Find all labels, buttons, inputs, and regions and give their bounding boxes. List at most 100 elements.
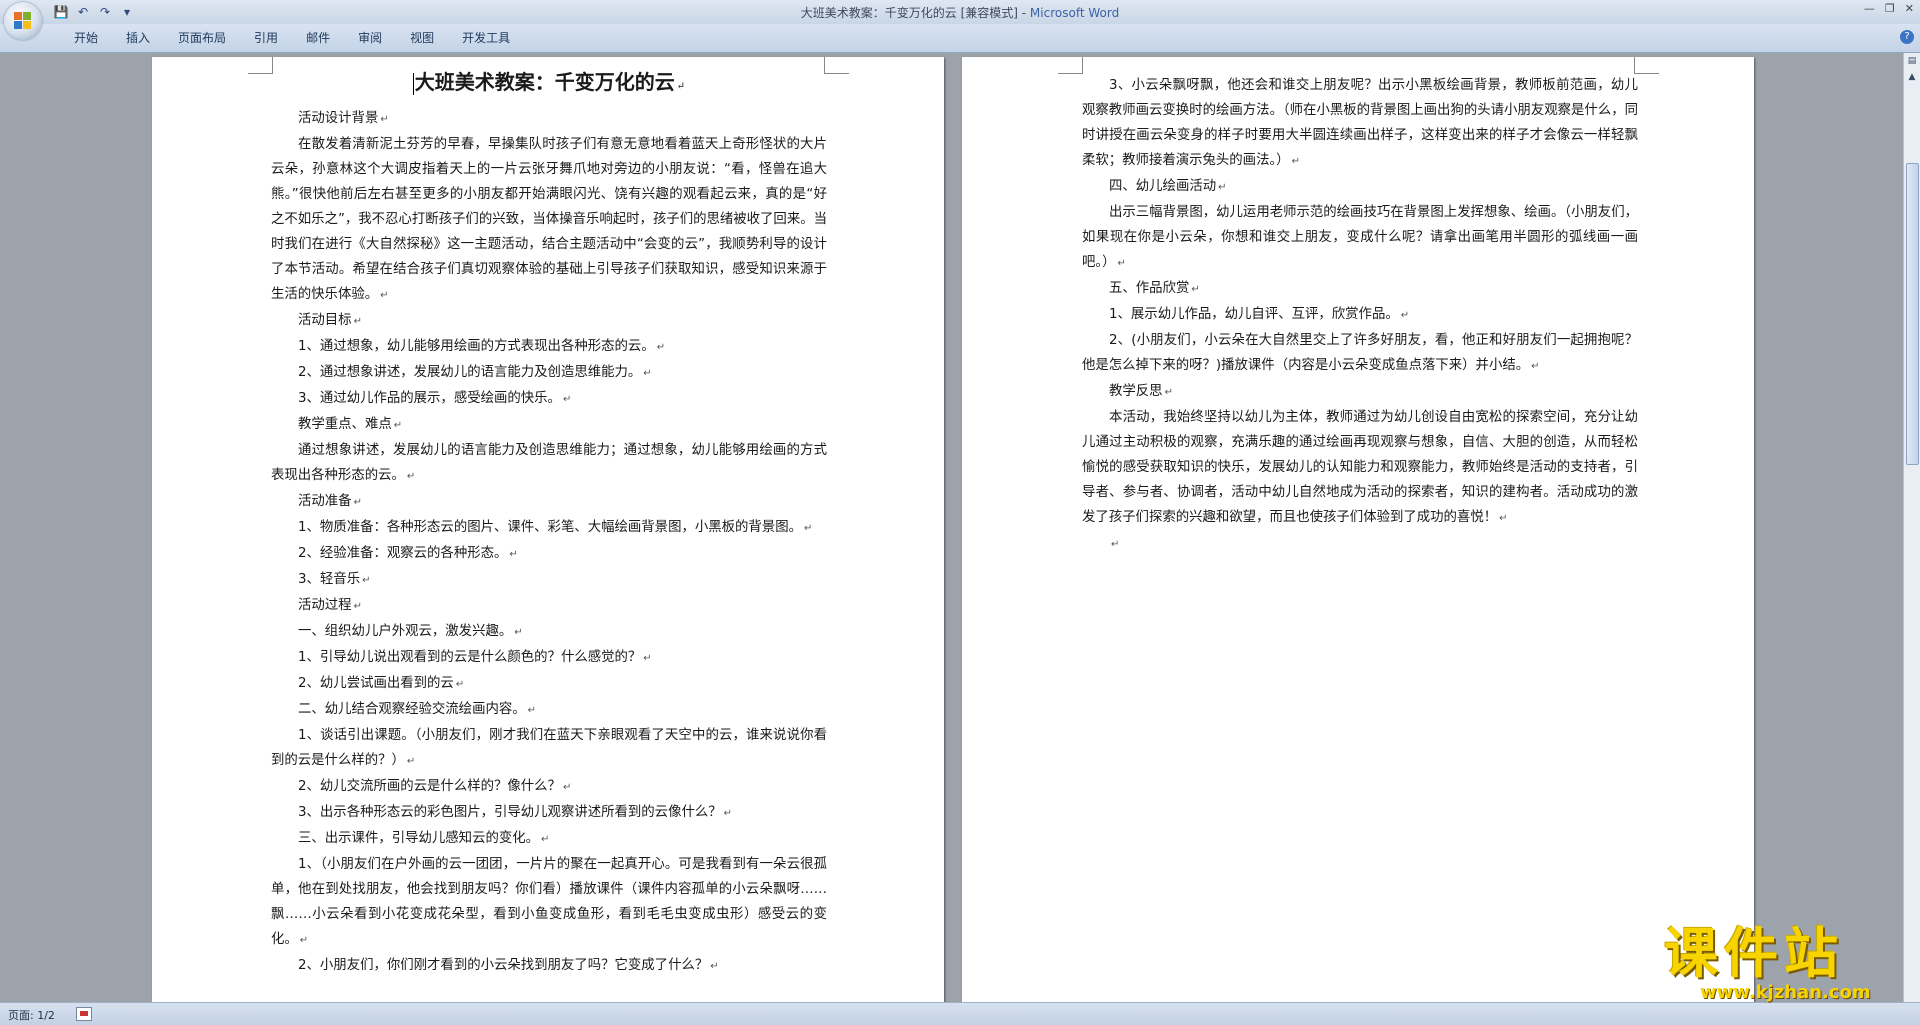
document-paragraph[interactable]: 1、物质准备：各种形态云的图片、课件、彩笔、大幅绘画背景图，小黑板的背景图。 ↵ [271, 515, 827, 541]
page-count[interactable]: 页面: 1/2 [8, 1007, 55, 1023]
office-button[interactable] [4, 2, 42, 40]
paragraph-mark: ↵ [1291, 156, 1300, 167]
document-paragraph[interactable]: 3、出示各种形态云的彩色图片，引导幼儿观察讲述所看到的云像什么？ ↵ [271, 800, 827, 826]
paragraph-text: 教学反思 [1109, 384, 1163, 399]
document-paragraph[interactable]: 2、幼儿尝试画出看到的云 ↵ [271, 671, 827, 697]
paragraph-text: 3、轻音乐 [298, 572, 361, 587]
document-paragraph[interactable]: 本活动，我始终坚持以幼儿为主体，教师通过为幼儿创设自由宽松的探索空间，充分让幼儿… [1082, 405, 1638, 531]
app-name: Microsoft Word [1029, 6, 1120, 20]
tab-page-layout[interactable]: 页面布局 [164, 30, 240, 46]
ribbon-tabs: 开始 插入 页面布局 引用 邮件 审阅 视图 开发工具 [60, 30, 524, 46]
window-title: 大班美术教案：千变万化的云 [兼容模式] - Microsoft Word [0, 4, 1920, 21]
scroll-up-icon[interactable]: ▲ [1906, 71, 1918, 83]
document-paragraph[interactable]: 1、（小朋友们在户外画的云一团团，一片片的聚在一起真开心。可是我看到有一朵云很孤… [271, 852, 827, 953]
document-paragraph[interactable]: 活动准备 ↵ [271, 489, 827, 515]
proofing-icon[interactable] [76, 1007, 92, 1021]
document-paragraph[interactable]: 1、引导幼儿说出观看到的云是什么颜色的？什么感觉的？ ↵ [271, 645, 827, 671]
tab-developer[interactable]: 开发工具 [448, 30, 524, 46]
status-bar: 页面: 1/2 [0, 1002, 1920, 1025]
document-paragraph[interactable]: 四、幼儿绘画活动 ↵ [1082, 174, 1638, 200]
document-paragraph[interactable]: 2、(小朋友们，小云朵在大自然里交上了许多好朋友，看，他正和好朋友们一起拥抱呢？… [1082, 328, 1638, 379]
tab-review[interactable]: 审阅 [344, 30, 396, 46]
document-paragraph[interactable]: 2、通过想象讲述，发展幼儿的语言能力及创造思维能力。 ↵ [271, 360, 827, 386]
paragraph-mark: ↵ [710, 961, 719, 972]
tab-mailings[interactable]: 邮件 [292, 30, 344, 46]
document-paragraph[interactable]: 活动过程 ↵ [271, 593, 827, 619]
paragraph-text: 2、小朋友们，你们刚才看到的小云朵找到朋友了吗？它变成了什么？ [298, 958, 709, 973]
document-paragraph[interactable]: 3、通过幼儿作品的展示，感受绘画的快乐。 ↵ [271, 386, 827, 412]
paragraph-mark: ↵ [514, 627, 523, 638]
document-paragraph[interactable]: 五、作品欣赏 ↵ [1082, 276, 1638, 302]
paragraph-mark: ↵ [380, 290, 389, 301]
paragraph-text: 出示三幅背景图，幼儿运用老师示范的绘画技巧在背景图上发挥想象、绘画。（小朋友们，… [1082, 205, 1638, 270]
document-paragraph[interactable]: 活动设计背景 ↵ [271, 106, 827, 132]
paragraph-mark: ↵ [509, 549, 518, 560]
paragraph-text: 1、物质准备：各种形态云的图片、课件、彩笔、大幅绘画背景图，小黑板的背景图。 [298, 520, 802, 535]
paragraph-text: 活动过程 [298, 598, 352, 613]
page-2[interactable]: 3、小云朵飘呀飘，他还会和谁交上朋友呢？出示小黑板绘画背景，教师板前范画，幼儿观… [962, 57, 1754, 1003]
paragraph-mark: ↵ [562, 394, 572, 405]
page-1-content[interactable]: 大班美术教案：千变万化的云 ↵ 活动设计背景 ↵ 在散发着清新泥土芬芳的早春，早操集队… [271, 57, 827, 979]
paragraph-text: 教学重点、难点 [298, 417, 392, 432]
paragraph-mark: ↵ [562, 782, 572, 793]
document-paragraph[interactable]: 3、轻音乐 ↵ [271, 567, 827, 593]
paragraph-mark: ↵ [803, 523, 813, 534]
page-2-content[interactable]: 3、小云朵飘呀飘，他还会和谁交上朋友呢？出示小黑板绘画背景，教师板前范画，幼儿观… [1082, 57, 1638, 557]
paragraph-mark: ↵ [406, 756, 416, 767]
paragraph-mark: ↵ [299, 935, 309, 946]
paragraph-text: 3、出示各种形态云的彩色图片，引导幼儿观察讲述所看到的云像什么？ [298, 805, 722, 820]
minimize-icon[interactable]: — [1864, 2, 1875, 15]
restore-icon[interactable]: ❐ [1885, 2, 1895, 15]
document-paragraph[interactable]: 活动目标 ↵ [271, 308, 827, 334]
document-paragraph[interactable]: 二、幼儿结合观察经验交流绘画内容。 ↵ [271, 697, 827, 723]
paragraph-text: 活动准备 [298, 494, 352, 509]
document-paragraph[interactable]: 三、出示课件，引导幼儿感知云的变化。 ↵ [271, 826, 827, 852]
close-icon[interactable]: ✕ [1905, 2, 1914, 15]
paragraph-text: 活动设计背景 [298, 111, 379, 126]
paragraph-mark: ↵ [406, 471, 416, 482]
document-paragraph[interactable]: 1、通过想象，幼儿能够用绘画的方式表现出各种形态的云。 ↵ [271, 334, 827, 360]
paragraph-text: 一、组织幼儿户外观云，激发兴趣。 [298, 624, 513, 639]
paragraph-text: 1、通过想象，幼儿能够用绘画的方式表现出各种形态的云。 [298, 339, 655, 354]
document-paragraph[interactable]: 1、谈话引出课题。（小朋友们，刚才我们在蓝天下亲眼观看了天空中的云，谁来说说你看… [271, 723, 827, 774]
document-paragraph[interactable]: 2、小朋友们，你们刚才看到的小云朵找到朋友了吗？它变成了什么？ ↵ [271, 953, 827, 979]
paragraph-text: 1、（小朋友们在户外画的云一团团，一片片的聚在一起真开心。可是我看到有一朵云很孤… [271, 857, 827, 947]
tab-home[interactable]: 开始 [60, 30, 112, 46]
title-bar: 💾 ↶ ↷ ▾ 大班美术教案：千变万化的云 [兼容模式] - Microsoft… [0, 0, 1920, 25]
document-paragraph[interactable]: 一、组织幼儿户外观云，激发兴趣。 ↵ [271, 619, 827, 645]
paragraph-text: 在散发着清新泥土芬芳的早春，早操集队时孩子们有意无意地看着蓝天上奇形怪状的大片云… [271, 137, 827, 302]
scroll-thumb[interactable] [1906, 163, 1919, 465]
document-heading: 大班美术教案：千变万化的云 ↵ [271, 67, 827, 102]
paragraph-mark: ↵ [643, 653, 652, 664]
ruler-toggle-icon[interactable]: ▤ [1906, 55, 1918, 67]
paragraph-mark: ↵ [1117, 258, 1126, 269]
page-1[interactable]: 大班美术教案：千变万化的云 ↵ 活动设计背景 ↵ 在散发着清新泥土芬芳的早春，早操集队… [152, 57, 944, 1003]
document-paragraph[interactable]: 在散发着清新泥土芬芳的早春，早操集队时孩子们有意无意地看着蓝天上奇形怪状的大片云… [271, 132, 827, 308]
paragraph-mark: ↵ [1499, 513, 1508, 524]
document-paragraph[interactable]: 通过想象讲述，发展幼儿的语言能力及创造思维能力；通过想象，幼儿能够用绘画的方式表… [271, 438, 827, 489]
document-heading-text: 大班美术教案：千变万化的云 [414, 70, 675, 94]
document-paragraph[interactable]: 1、展示幼儿作品，幼儿自评、互评，欣赏作品。 ↵ [1082, 302, 1638, 328]
tab-insert[interactable]: 插入 [112, 30, 164, 46]
paragraph-mark: ↵ [380, 114, 389, 125]
tab-references[interactable]: 引用 [240, 30, 292, 46]
document-paragraph[interactable]: 2、经验准备：观察云的各种形态。 ↵ [271, 541, 827, 567]
help-icon[interactable]: ? [1900, 30, 1914, 44]
paragraph-mark: ↵ [455, 679, 465, 690]
document-paragraph[interactable]: 3、小云朵飘呀飘，他还会和谁交上朋友呢？出示小黑板绘画背景，教师板前范画，幼儿观… [1082, 73, 1638, 174]
document-paragraph[interactable]: 出示三幅背景图，幼儿运用老师示范的绘画技巧在背景图上发挥想象、绘画。（小朋友们，… [1082, 200, 1638, 276]
document-paragraph[interactable]: 教学反思 ↵ [1082, 379, 1638, 405]
paragraph-text: 四、幼儿绘画活动 [1109, 179, 1217, 194]
text-cursor [412, 72, 414, 95]
paragraph-text: 2、幼儿交流所画的云是什么样的？像什么？ [298, 779, 561, 794]
paragraph-text: 五、作品欣赏 [1109, 281, 1190, 296]
document-paragraph[interactable]: ↵ [1082, 531, 1638, 557]
paragraph-mark: ↵ [541, 834, 550, 845]
paragraph-text: 1、谈话引出课题。（小朋友们，刚才我们在蓝天下亲眼观看了天空中的云，谁来说说你看… [271, 728, 827, 768]
tab-view[interactable]: 视图 [396, 30, 448, 46]
paragraph-text: 本活动，我始终坚持以幼儿为主体，教师通过为幼儿创设自由宽松的探索空间，充分让幼儿… [1082, 410, 1638, 525]
vertical-scrollbar[interactable]: ▤ ▲ [1903, 53, 1920, 1003]
document-paragraph[interactable]: 2、幼儿交流所画的云是什么样的？像什么？ ↵ [271, 774, 827, 800]
paragraph-mark: ↵ [353, 497, 362, 508]
document-paragraph[interactable]: 教学重点、难点 ↵ [271, 412, 827, 438]
